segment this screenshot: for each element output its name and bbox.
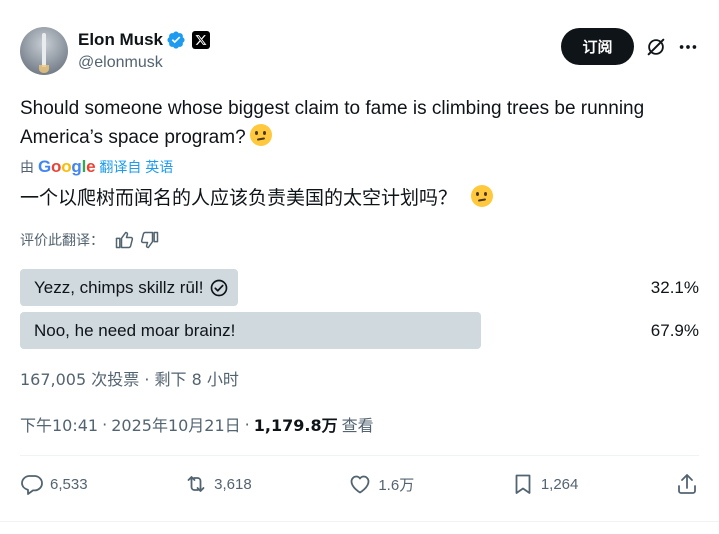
rate-translation-label: 评价此翻译： [20, 233, 104, 249]
repost-icon [187, 476, 205, 492]
separator-dot: · [244, 414, 250, 434]
translated-from-link[interactable]: 翻译自 英语 [99, 157, 173, 177]
translation-by-prefix: 由 [20, 159, 34, 175]
repost-button[interactable]: 3,618 [184, 472, 252, 496]
poll-option-text: Yezz, chimps skillz rūl! [34, 277, 204, 297]
thumbs-down-icon[interactable] [140, 230, 160, 250]
rocket-flame [39, 65, 49, 73]
grok-icon[interactable] [645, 36, 667, 58]
poll: Yezz, chimps skillz rūl! 32.1% Noo, he n… [20, 269, 699, 355]
x-logo-icon [192, 31, 211, 49]
views-label: 查看 [341, 416, 374, 435]
rate-translation: 评价此翻译： [20, 230, 160, 250]
verified-badge-icon [167, 31, 185, 49]
bookmark-button[interactable]: 1,264 [511, 472, 579, 496]
views-count: 1,179.8万 [253, 416, 338, 435]
tweet-date[interactable]: 2025年10月21日 [111, 412, 240, 436]
poll-option-text: Noo, he need moar brainz! [34, 320, 236, 340]
tweet-header: Elon Musk @elonmusk 订阅 [20, 26, 699, 78]
more-options-icon[interactable] [677, 36, 699, 58]
thinking-face-icon [249, 124, 272, 146]
poll-option-label: Yezz, chimps skillz rūl! [34, 269, 229, 306]
action-bar: 6,533 3,618 1.6万 1,264 [20, 468, 699, 500]
user-handle[interactable]: @elonmusk [78, 54, 210, 72]
google-logo: Google [38, 157, 96, 176]
share-icon[interactable] [675, 472, 699, 496]
voted-check-icon [211, 279, 228, 296]
reply-count: 6,533 [50, 475, 88, 493]
like-count: 1.6万 [378, 476, 415, 494]
reply-icon [21, 475, 43, 495]
poll-option: Noo, he need moar brainz! 67.9% [20, 312, 699, 349]
reply-button[interactable]: 6,533 [20, 472, 88, 496]
tweet-text: Should someone whose biggest claim to fa… [20, 94, 660, 152]
display-name[interactable]: Elon Musk [78, 30, 163, 50]
bookmark-icon [515, 474, 531, 494]
rocket-image [42, 33, 46, 67]
heart-icon [350, 475, 370, 494]
poll-option-label: Noo, he need moar brainz! [34, 312, 235, 349]
tweet-text-content: Should someone whose biggest claim to fa… [20, 98, 645, 148]
poll-option-percent: 32.1% [650, 277, 699, 297]
separator-dot: · [102, 414, 108, 434]
translated-text: 一个以爬树而闻名的人应该负责美国的太空计划吗？ [20, 184, 494, 212]
poll-option-percent: 67.9% [650, 320, 699, 340]
like-button[interactable]: 1.6万 [348, 472, 414, 496]
bookmark-count: 1,264 [540, 475, 579, 493]
divider [20, 455, 699, 456]
translation-attribution: 由 Google 翻译自 英语 [20, 157, 173, 177]
tweet-time[interactable]: 下午10:41 [20, 412, 98, 436]
timestamp-row: 下午10:41 · 2025年10月21日 · 1,179.8万 查看 [20, 412, 374, 436]
repost-count: 3,618 [214, 475, 252, 493]
translated-text-content: 一个以爬树而闻名的人应该负责美国的太空计划吗？ [20, 187, 458, 209]
poll-meta: 167,005 次投票 · 剩下 8 小时 [20, 370, 239, 389]
thumbs-up-icon[interactable] [114, 230, 134, 250]
bottom-divider [0, 521, 719, 522]
name-row: Elon Musk [78, 28, 211, 52]
avatar[interactable] [20, 27, 68, 75]
poll-option: Yezz, chimps skillz rūl! 32.1% [20, 269, 699, 306]
thinking-face-icon [471, 185, 494, 207]
author-info: Elon Musk @elonmusk [78, 28, 211, 72]
subscribe-button[interactable]: 订阅 [561, 28, 634, 65]
